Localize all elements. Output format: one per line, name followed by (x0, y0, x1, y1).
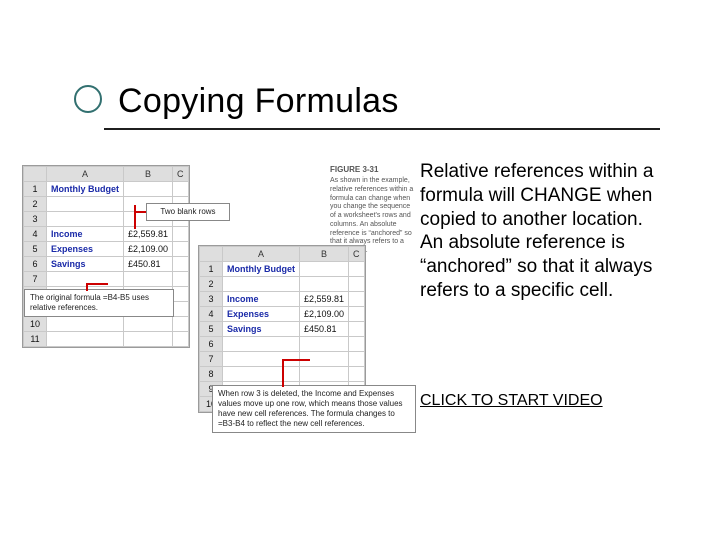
callout-original-formula: The original formula =B4-B5 uses relativ… (24, 289, 174, 317)
arrow-icon (134, 211, 146, 213)
slide-title: Copying Formulas (118, 82, 399, 121)
figure-illustration: FIGURE 3-31 As shown in the example, rel… (20, 163, 412, 431)
arrow-icon (86, 283, 108, 285)
figure-number: FIGURE 3-31 (330, 165, 378, 174)
title-bullet-icon (74, 85, 102, 113)
start-video-link[interactable]: CLICK TO START VIDEO (420, 392, 603, 410)
callout-row3-note: When row 3 is deleted, the Income and Ex… (212, 385, 416, 433)
figure-caption: As shown in the example, relative refere… (330, 177, 416, 256)
body-paragraph: Relative references within a formula wil… (420, 160, 670, 303)
col-header: B (300, 247, 349, 262)
col-header: B (124, 167, 173, 182)
col-header: C (173, 167, 189, 182)
callout-blank-rows: Two blank rows (146, 203, 230, 221)
arrow-icon (282, 359, 284, 387)
arrow-icon (282, 359, 310, 361)
col-header: C (349, 247, 365, 262)
title-underline (104, 128, 660, 130)
arrow-icon (134, 205, 136, 229)
spreadsheet-1: A B C 1Monthly Budget 2 3 4Income£2,559.… (22, 165, 190, 348)
col-header: A (47, 167, 124, 182)
col-header: A (223, 247, 300, 262)
